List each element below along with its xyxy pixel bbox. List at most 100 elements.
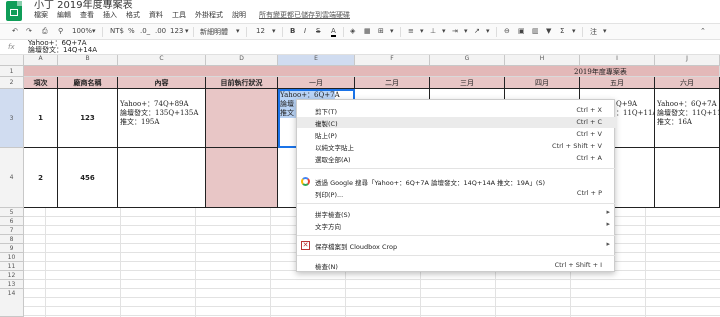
- borders-icon[interactable]: ▦: [364, 27, 371, 35]
- column-header-j[interactable]: J: [655, 55, 720, 66]
- menu-addons[interactable]: 外掛程式: [195, 10, 223, 20]
- merge-dropdown-icon[interactable]: ▾: [390, 27, 394, 35]
- print-icon[interactable]: ⎙: [42, 27, 48, 36]
- currency-format-button[interactable]: NT$: [110, 27, 124, 35]
- row4-item-no[interactable]: 2: [24, 148, 58, 208]
- menu-item-inspect[interactable]: 檢查(N) Ctrl + Shift + I: [297, 260, 616, 271]
- header-content[interactable]: 內容: [118, 77, 206, 89]
- zoom-dropdown-icon[interactable]: ▾: [92, 27, 96, 35]
- insert-chart-icon[interactable]: ▥: [532, 27, 539, 35]
- header-apr[interactable]: 四月: [505, 77, 580, 89]
- column-header-i[interactable]: I: [580, 55, 655, 66]
- strikethrough-icon[interactable]: S: [316, 27, 320, 35]
- row-header-2[interactable]: 2: [0, 77, 24, 89]
- row3-status[interactable]: [206, 89, 278, 148]
- insert-link-icon[interactable]: ⊖: [504, 27, 510, 35]
- row-header-6[interactable]: 6: [0, 217, 24, 226]
- row-header-3[interactable]: 3: [0, 89, 24, 148]
- menu-edit[interactable]: 編輯: [57, 10, 71, 20]
- row-header-1[interactable]: 1: [0, 66, 24, 77]
- column-header-b[interactable]: B: [58, 55, 118, 66]
- font-size-select[interactable]: 12: [256, 27, 265, 35]
- row4-content[interactable]: [118, 148, 206, 208]
- font-dropdown-icon[interactable]: ▾: [236, 27, 240, 35]
- menu-tools[interactable]: 工具: [172, 10, 186, 20]
- column-header-d[interactable]: D: [206, 55, 278, 66]
- row-header-5[interactable]: 5: [0, 208, 24, 217]
- menu-item-cut[interactable]: 剪下(T) Ctrl + X: [297, 105, 616, 116]
- header-status[interactable]: 目前執行狀況: [206, 77, 278, 89]
- undo-icon[interactable]: ↶: [12, 27, 18, 35]
- menu-file[interactable]: 檔案: [34, 10, 48, 20]
- row-header-9[interactable]: 9: [0, 244, 24, 253]
- select-all-corner[interactable]: [0, 55, 24, 66]
- saved-status[interactable]: 所有變更都已儲存到雲端硬碟: [259, 10, 350, 20]
- text-color-icon[interactable]: A: [331, 27, 336, 37]
- menu-item-cloudbox[interactable]: ✕ 保存檔案到 Cloudbox Crop ▸: [297, 240, 616, 251]
- text-rotation-icon[interactable]: ↗: [474, 27, 480, 35]
- row-header-14[interactable]: 14: [0, 289, 24, 317]
- more-formats-button[interactable]: 123: [170, 27, 183, 35]
- formula-value[interactable]: Yahoo+：6Q+7A 論壇發文：14Q+14A: [28, 40, 97, 54]
- menu-format[interactable]: 格式: [126, 10, 140, 20]
- increase-decimal-button[interactable]: .00: [155, 27, 166, 35]
- column-header-a[interactable]: A: [24, 55, 58, 66]
- menu-help[interactable]: 說明: [232, 10, 246, 20]
- merge-cells-icon[interactable]: ⊞: [378, 27, 384, 35]
- menu-insert[interactable]: 插入: [103, 10, 117, 20]
- header-feb[interactable]: 二月: [355, 77, 430, 89]
- header-may[interactable]: 五月: [580, 77, 655, 89]
- menu-item-google-search[interactable]: 透過 Google 搜尋「Yahoo+：6Q+7A 論壇發文：14Q+14A 推…: [297, 176, 616, 187]
- text-wrap-icon[interactable]: ⇥: [452, 27, 458, 35]
- row-header-13[interactable]: 13: [0, 280, 24, 289]
- formula-bar[interactable]: fx Yahoo+：6Q+7A 論壇發文：14Q+14A: [0, 40, 720, 55]
- column-header-f[interactable]: F: [355, 55, 430, 66]
- row4-vendor[interactable]: 456: [58, 148, 118, 208]
- menu-item-paste-plain[interactable]: 以純文字貼上 Ctrl + Shift + V: [297, 141, 616, 152]
- star-icon[interactable]: ☆: [122, 0, 130, 7]
- row-header-7[interactable]: 7: [0, 226, 24, 235]
- year-title-row[interactable]: 2019年度專案表: [24, 66, 720, 77]
- header-mar[interactable]: 三月: [430, 77, 505, 89]
- redo-icon[interactable]: ↷: [26, 27, 32, 35]
- percent-format-button[interactable]: %: [128, 27, 135, 35]
- menu-item-copy[interactable]: 複製(C) Ctrl + C: [297, 117, 616, 128]
- fill-color-icon[interactable]: ◈: [350, 27, 355, 35]
- header-jan[interactable]: 一月: [278, 77, 355, 89]
- header-vendor[interactable]: 廠商名稱: [58, 77, 118, 89]
- sheets-app-icon[interactable]: [6, 1, 22, 21]
- header-jun[interactable]: 六月: [655, 77, 720, 89]
- input-tools-dropdown-icon[interactable]: ▾: [603, 27, 607, 35]
- valign-dropdown-icon[interactable]: ▾: [442, 27, 446, 35]
- row4-jun[interactable]: [655, 148, 720, 208]
- row4-status[interactable]: [206, 148, 278, 208]
- bold-icon[interactable]: B: [290, 27, 295, 35]
- row-header-8[interactable]: 8: [0, 235, 24, 244]
- row3-vendor[interactable]: 123: [58, 89, 118, 148]
- italic-icon[interactable]: I: [304, 27, 306, 35]
- functions-icon[interactable]: Σ: [560, 27, 564, 35]
- menu-data[interactable]: 資料: [149, 10, 163, 20]
- row3-item-no[interactable]: 1: [24, 89, 58, 148]
- input-tools-icon[interactable]: 注: [590, 27, 597, 37]
- zoom-select[interactable]: 100%: [72, 27, 92, 35]
- row-header-4[interactable]: 4: [0, 148, 24, 208]
- menu-view[interactable]: 查看: [80, 10, 94, 20]
- font-size-dropdown-icon[interactable]: ▾: [272, 27, 276, 35]
- menu-item-select-all[interactable]: 選取全部(A) Ctrl + A: [297, 153, 616, 164]
- column-header-c[interactable]: C: [118, 55, 206, 66]
- row3-content[interactable]: Yahoo+：74Q+89A 論壇發文：135Q+135A 推文：195A: [118, 89, 206, 148]
- collapse-menu-icon[interactable]: ⌃: [700, 27, 706, 35]
- font-select[interactable]: 新細明體: [200, 27, 228, 37]
- align-dropdown-icon[interactable]: ▾: [420, 27, 424, 35]
- insert-comment-icon[interactable]: ▣: [518, 27, 525, 35]
- more-formats-dropdown-icon[interactable]: ▾: [185, 27, 189, 35]
- row-header-11[interactable]: 11: [0, 262, 24, 271]
- decrease-decimal-button[interactable]: .0_: [140, 27, 150, 35]
- column-header-e[interactable]: E: [278, 55, 355, 66]
- functions-dropdown-icon[interactable]: ▾: [572, 27, 576, 35]
- paint-format-icon[interactable]: ⚲: [58, 27, 63, 35]
- column-header-g[interactable]: G: [430, 55, 505, 66]
- rotation-dropdown-icon[interactable]: ▾: [486, 27, 490, 35]
- header-item-no[interactable]: 項次: [24, 77, 58, 89]
